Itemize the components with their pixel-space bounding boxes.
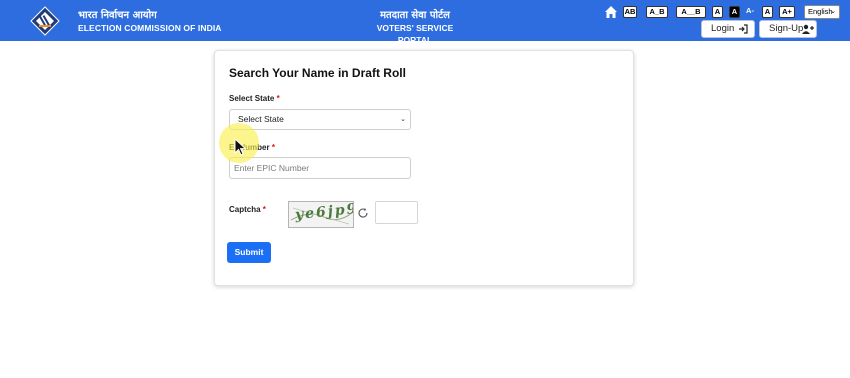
- font-decrease-button[interactable]: A-: [744, 6, 756, 18]
- login-button[interactable]: Login: [701, 20, 755, 38]
- language-value: English: [808, 7, 833, 16]
- state-label: Select State *: [229, 94, 280, 103]
- signup-label: Sign-Up: [769, 23, 804, 34]
- captcha-label: Captcha *: [229, 205, 266, 214]
- header-bar: भारत निर्वाचन आयोग ELECTION COMMISSION O…: [0, 0, 850, 45]
- login-arrow-icon: [739, 24, 748, 34]
- refresh-icon[interactable]: [357, 207, 369, 219]
- login-label: Login: [711, 23, 735, 34]
- add-user-icon: [802, 24, 814, 34]
- spacing-a--b-button[interactable]: A__B: [676, 6, 706, 18]
- contrast-ab-button[interactable]: AB: [623, 6, 637, 18]
- cursor-icon: [234, 138, 247, 156]
- chevron-down-icon: ⌄: [400, 116, 406, 123]
- portal-name-english: VOTERS' SERVICE PORTAL: [376, 23, 454, 45]
- portal-name: मतदाता सेवा पोर्टल VOTERS' SERVICE PORTA…: [360, 10, 470, 46]
- spacing-a-b-button[interactable]: A_B: [646, 6, 668, 18]
- language-select[interactable]: English ⌄: [804, 5, 840, 19]
- org-name-english: ELECTION COMMISSION OF INDIA: [78, 23, 222, 33]
- signup-button[interactable]: Sign-Up: [759, 20, 817, 38]
- portal-name-hindi: मतदाता सेवा पोर्टल: [380, 10, 450, 21]
- home-icon[interactable]: [604, 5, 618, 19]
- font-increase-button[interactable]: A+: [779, 6, 795, 18]
- captcha-input[interactable]: [375, 201, 418, 224]
- captcha-image: ye6jp9: [288, 201, 354, 228]
- epic-number-input[interactable]: [229, 157, 411, 179]
- state-select-value: Select State: [238, 114, 284, 124]
- eci-logo-icon[interactable]: [30, 6, 60, 36]
- form-title: Search Your Name in Draft Roll: [229, 66, 406, 80]
- light-theme-button[interactable]: A: [712, 6, 723, 18]
- font-normal-button[interactable]: A: [762, 6, 773, 18]
- org-name-hindi: भारत निर्वाचन आयोग: [78, 10, 157, 21]
- org-name[interactable]: भारत निर्वाचन आयोग ELECTION COMMISSION O…: [78, 10, 222, 34]
- submit-button[interactable]: Submit: [227, 242, 271, 263]
- dark-theme-button[interactable]: A: [729, 6, 740, 18]
- state-select[interactable]: Select State ⌄: [229, 109, 411, 130]
- chevron-down-icon: ⌄: [830, 8, 836, 15]
